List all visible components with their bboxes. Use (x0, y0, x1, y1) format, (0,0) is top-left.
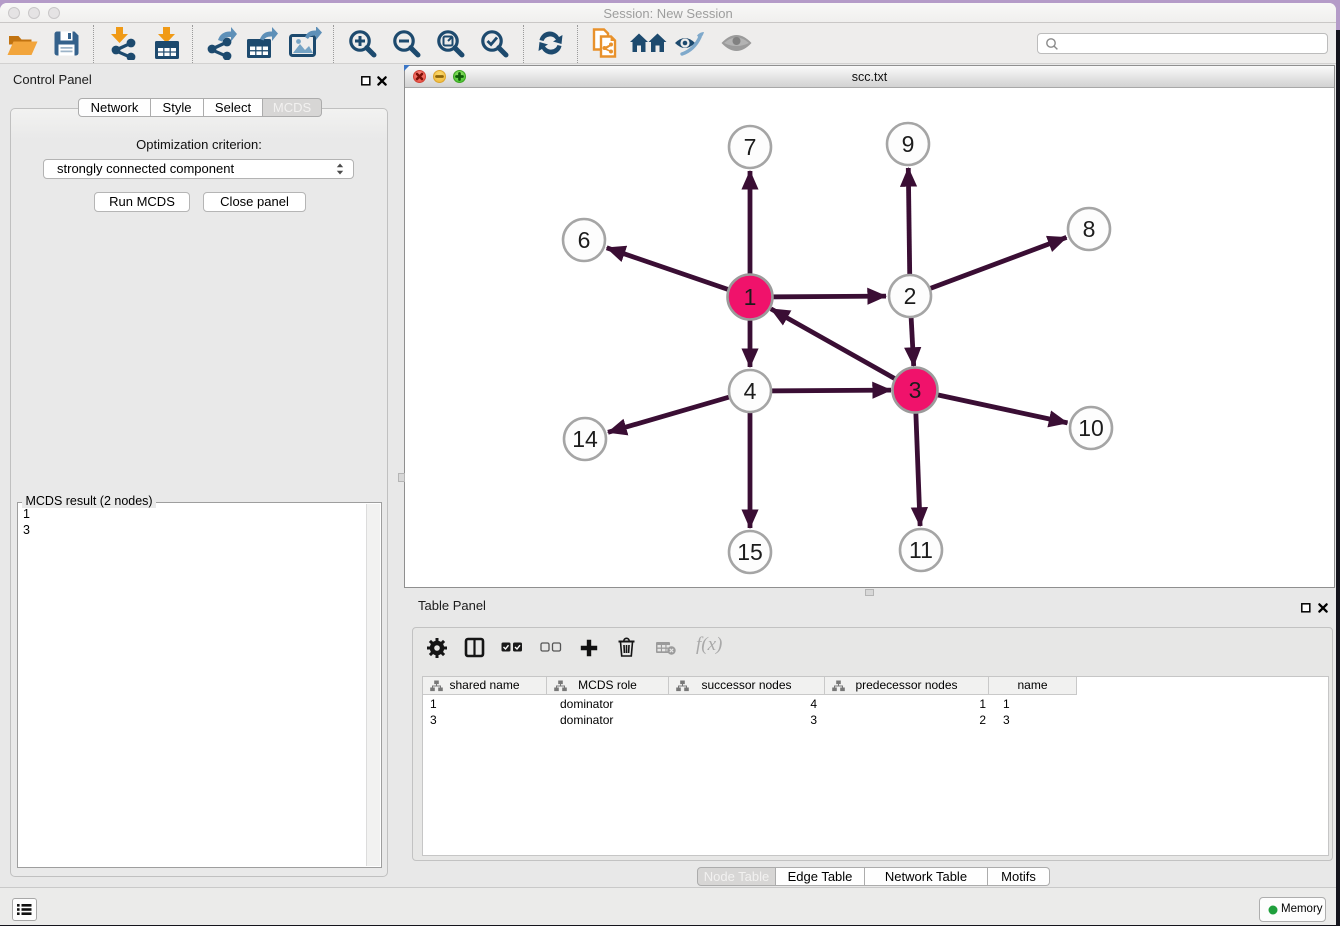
svg-text:3: 3 (909, 377, 922, 403)
svg-text:1: 1 (744, 284, 757, 310)
svg-text:9: 9 (902, 131, 915, 157)
svg-text:11: 11 (909, 537, 933, 563)
svg-text:2: 2 (904, 283, 917, 309)
svg-text:10: 10 (1078, 415, 1104, 441)
svg-text:8: 8 (1083, 216, 1096, 242)
svg-text:4: 4 (744, 378, 757, 404)
svg-text:14: 14 (572, 426, 598, 452)
svg-text:15: 15 (737, 539, 763, 565)
svg-text:6: 6 (578, 227, 591, 253)
svg-text:7: 7 (744, 134, 757, 160)
